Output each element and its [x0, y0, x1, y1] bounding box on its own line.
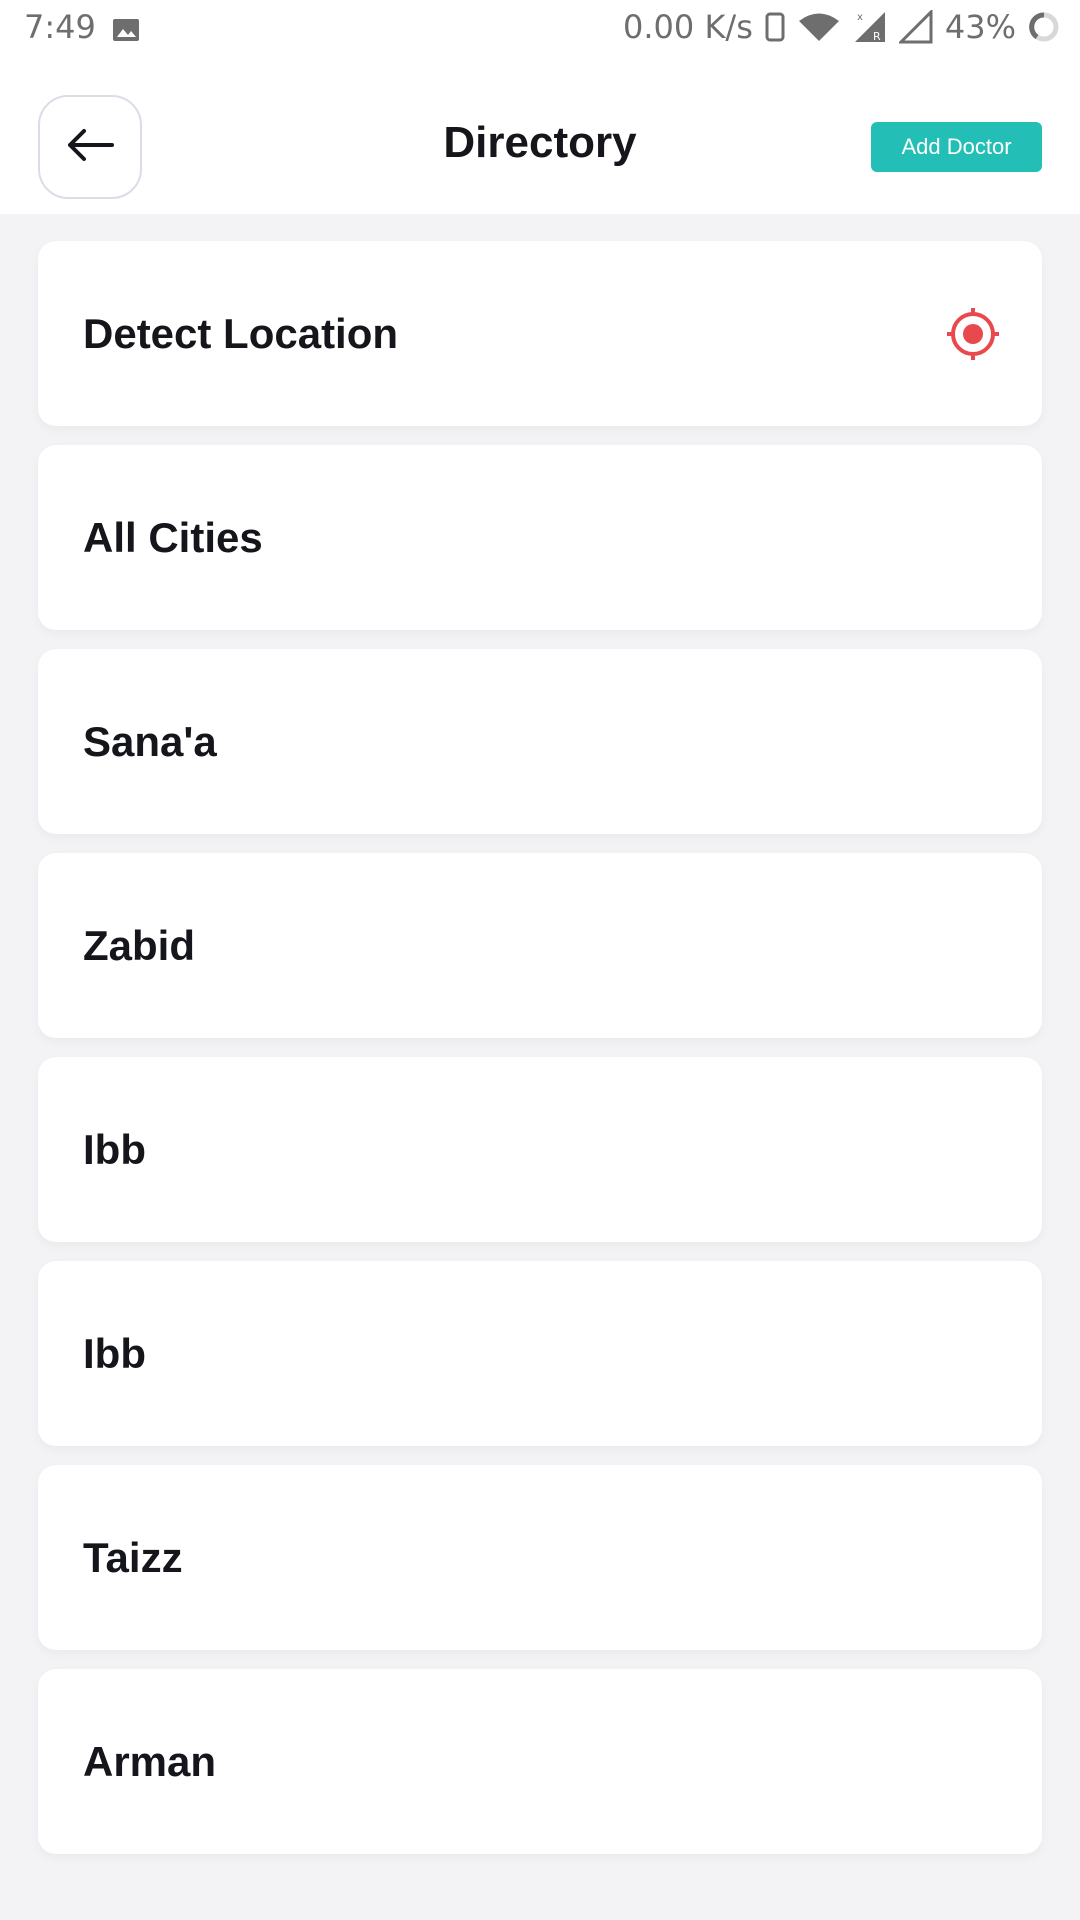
city-item-ibb-2[interactable]: Ibb [38, 1261, 1042, 1446]
back-button[interactable] [38, 95, 142, 199]
gallery-icon [112, 14, 140, 52]
detect-location-label: Detect Location [83, 309, 399, 357]
city-item-sanaa[interactable]: Sana'a [38, 649, 1042, 834]
battery-level: 43% [944, 8, 1016, 46]
wifi-icon [797, 12, 841, 42]
detect-location-item[interactable]: Detect Location [38, 241, 1042, 426]
city-item-label: Ibb [83, 1329, 146, 1377]
city-item-arman[interactable]: Arman [38, 1669, 1042, 1854]
network-speed: 0.00 K/s [623, 8, 753, 46]
city-item-label: Zabid [83, 921, 195, 969]
city-item-label: Sana'a [83, 717, 217, 765]
city-item-label: Taizz [83, 1533, 183, 1581]
signal-icon: Rx [853, 10, 887, 44]
svg-text:x: x [857, 12, 863, 23]
city-item-label: Ibb [83, 1125, 146, 1173]
city-item-label: Arman [83, 1737, 217, 1785]
city-item-taizz[interactable]: Taizz [38, 1465, 1042, 1650]
status-indicators: 0.00 K/s Rx 43% [623, 8, 1060, 46]
status-time: 7:49 [24, 8, 96, 46]
svg-text:R: R [873, 30, 881, 43]
city-item-label: All Cities [83, 513, 263, 561]
city-item-zabid[interactable]: Zabid [38, 853, 1042, 1038]
crosshair-target-icon[interactable] [946, 307, 1000, 361]
arrow-left-icon [66, 128, 114, 167]
city-list: Detect Location All Cities Sana'a Zabid … [38, 241, 1042, 1873]
city-item-ibb[interactable]: Ibb [38, 1057, 1042, 1242]
add-doctor-button[interactable]: Add Doctor [871, 122, 1042, 172]
status-bar: 7:49 0.00 K/s Rx 43% [0, 0, 1080, 58]
phone-icon [765, 12, 785, 42]
city-item-all-cities[interactable]: All Cities [38, 445, 1042, 630]
battery-ring-icon [1028, 11, 1060, 43]
signal-empty-icon [898, 10, 933, 44]
app-header: Directory Add Doctor [0, 58, 1080, 214]
